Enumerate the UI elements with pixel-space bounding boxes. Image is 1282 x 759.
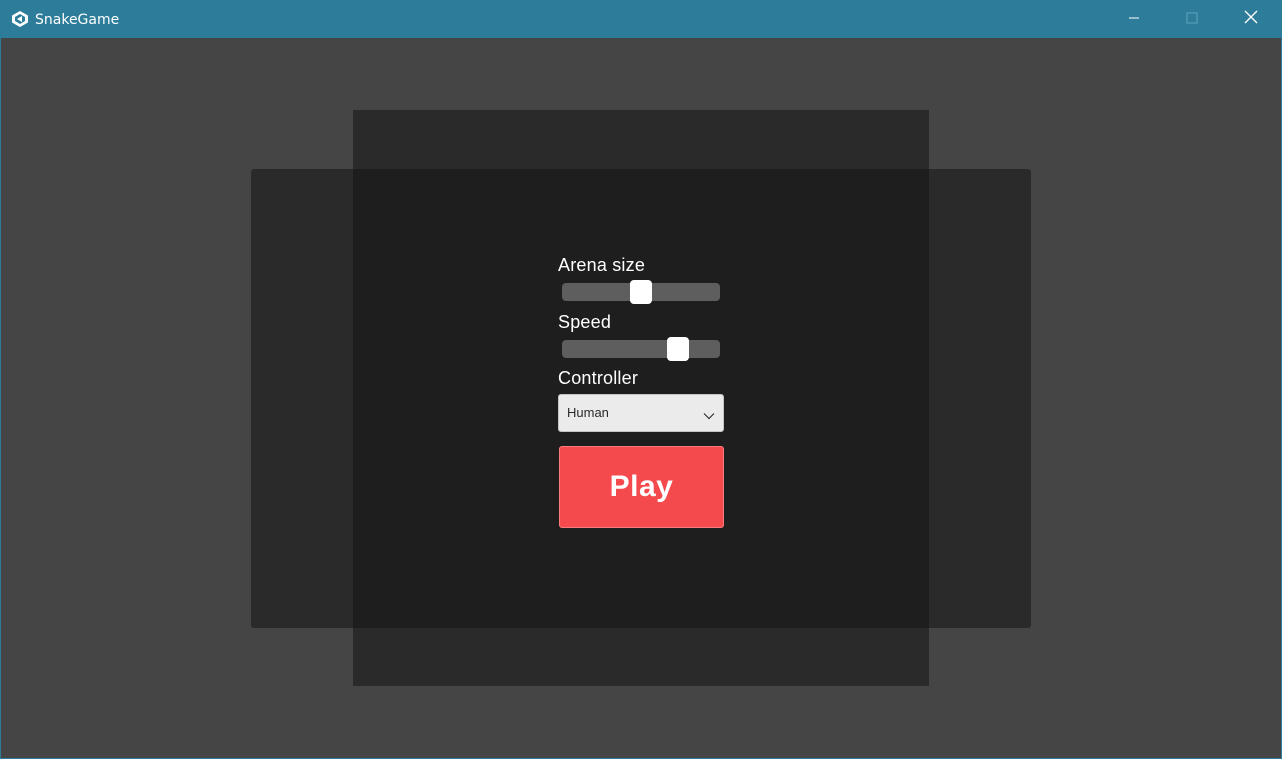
- chevron-down-icon: [703, 408, 715, 420]
- close-button[interactable]: [1222, 1, 1280, 38]
- minimize-button[interactable]: [1105, 1, 1163, 38]
- speed-label: Speed: [558, 312, 612, 332]
- controller-label: Controller: [558, 368, 639, 388]
- play-button[interactable]: Play: [559, 446, 724, 528]
- speed-slider[interactable]: [562, 337, 720, 361]
- slider-handle[interactable]: [666, 337, 689, 361]
- unity-logo-icon: [11, 10, 29, 28]
- window-title: SnakeGame: [35, 12, 120, 28]
- maximize-icon: [1186, 11, 1198, 29]
- arena-size-slider[interactable]: [562, 280, 720, 304]
- slider-handle[interactable]: [630, 280, 652, 304]
- controller-selected-value: Human: [567, 405, 609, 420]
- controller-dropdown[interactable]: Human: [558, 394, 724, 432]
- maximize-button[interactable]: [1163, 1, 1221, 38]
- game-viewport: Arena size Speed Controller Human Play: [1, 38, 1281, 758]
- minimize-icon: [1128, 11, 1140, 29]
- slider-track[interactable]: [562, 340, 720, 358]
- title-bar[interactable]: SnakeGame: [1, 1, 1281, 38]
- arena-size-label: Arena size: [558, 255, 646, 275]
- app-window: SnakeGame Arena size Speed Controller Hu…: [0, 0, 1282, 759]
- close-icon: [1244, 10, 1258, 29]
